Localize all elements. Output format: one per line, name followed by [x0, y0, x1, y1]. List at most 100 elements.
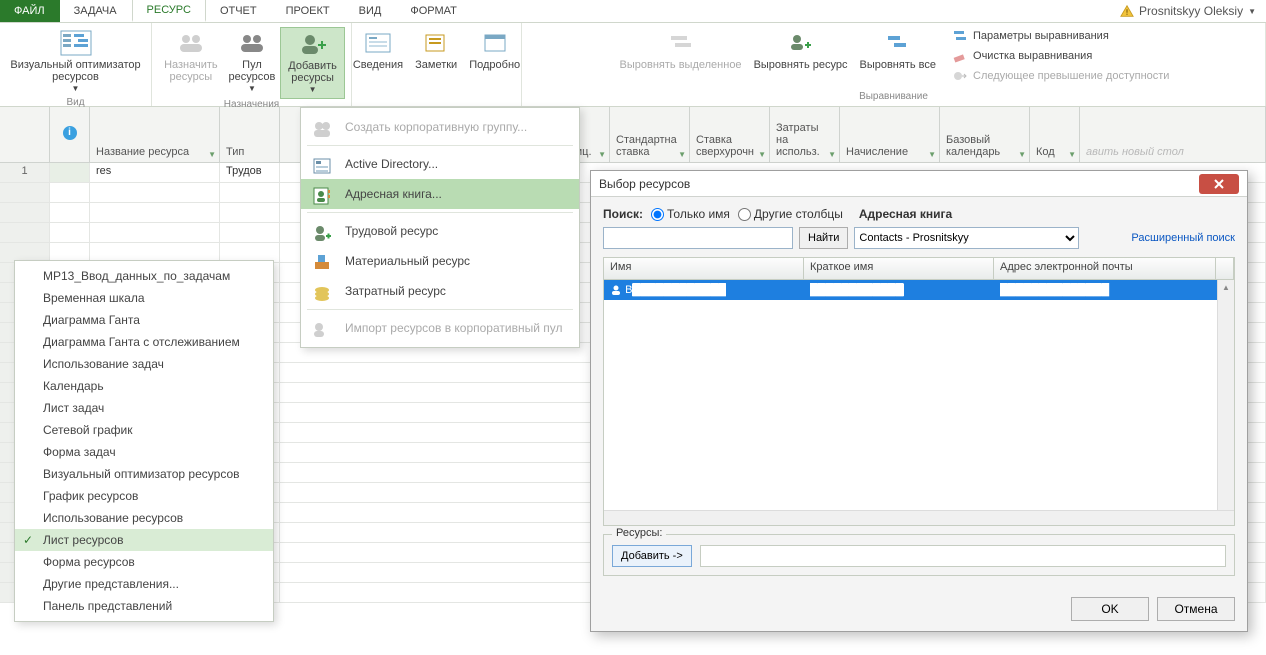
- col-code[interactable]: Код▼: [1030, 107, 1080, 162]
- col-short-name[interactable]: Краткое имя: [804, 258, 994, 279]
- search-label: Поиск:: [603, 207, 643, 221]
- view-item[interactable]: MP13_Ввод_данных_по_задачам: [15, 265, 273, 287]
- level-all-button[interactable]: Выровнять все: [855, 27, 940, 85]
- next-overallocation-icon: [952, 68, 968, 84]
- col-indicator[interactable]: i: [50, 107, 90, 162]
- col-rownum[interactable]: [0, 107, 50, 162]
- view-item[interactable]: Визуальный оптимизатор ресурсов: [15, 463, 273, 485]
- col-name[interactable]: Имя: [604, 258, 804, 279]
- dialog-titlebar[interactable]: Выбор ресурсов: [591, 171, 1247, 197]
- name-cell[interactable]: res: [90, 163, 220, 182]
- contact-row[interactable]: В████████████ ████████████ █████████████…: [604, 280, 1234, 300]
- view-item-active[interactable]: ✓Лист ресурсов: [15, 529, 273, 551]
- type-cell[interactable]: Трудов: [220, 163, 280, 182]
- dd-import-resources: Импорт ресурсов в корпоративный пул: [301, 313, 579, 343]
- details-button[interactable]: Подробно: [465, 27, 524, 73]
- information-button[interactable]: Сведения: [349, 27, 407, 73]
- clear-leveling-button[interactable]: Очистка выравнивания: [950, 47, 1171, 65]
- col-type[interactable]: Тип: [220, 107, 280, 162]
- select-resources-dialog: Выбор ресурсов Поиск: Только имя Другие …: [590, 170, 1248, 632]
- user-dropdown-caret[interactable]: ▼: [1248, 7, 1256, 16]
- menu-tab-report[interactable]: ОТЧЕТ: [206, 0, 272, 22]
- add-resources-dropdown: Создать корпоративную группу... Active D…: [300, 107, 580, 348]
- view-item[interactable]: Использование задач: [15, 353, 273, 375]
- info-icon: i: [63, 126, 77, 140]
- row-number[interactable]: 1: [0, 163, 50, 182]
- level-selection-button: Выровнять выделенное: [616, 27, 746, 85]
- ok-button[interactable]: OK: [1071, 597, 1149, 621]
- close-icon: [1213, 179, 1225, 189]
- warning-icon: [1120, 4, 1134, 18]
- ribbon: Визуальный оптимизатор ресурсов ▼ Вид На…: [0, 23, 1266, 107]
- view-item[interactable]: Сетевой график: [15, 419, 273, 441]
- view-item[interactable]: Форма задач: [15, 441, 273, 463]
- add-resources-button[interactable]: Добавить ресурсы▼: [280, 27, 345, 99]
- dd-work-resource[interactable]: Трудовой ресурс: [301, 216, 579, 246]
- dd-active-directory[interactable]: Active Directory...: [301, 149, 579, 179]
- view-item[interactable]: График ресурсов: [15, 485, 273, 507]
- view-item[interactable]: Другие представления...: [15, 573, 273, 595]
- advanced-search-link[interactable]: Расширенный поиск: [1131, 232, 1235, 244]
- menu-tab-resource[interactable]: РЕСУРС: [132, 0, 206, 22]
- table-scroll-head: [1216, 258, 1234, 279]
- view-item[interactable]: Форма ресурсов: [15, 551, 273, 573]
- vertical-scrollbar[interactable]: ▲: [1217, 280, 1234, 510]
- people-icon: [175, 29, 207, 57]
- add-button[interactable]: Добавить ->: [612, 545, 692, 567]
- level-all-icon: [882, 29, 914, 57]
- col-email[interactable]: Адрес электронной почты: [994, 258, 1216, 279]
- menu-tab-project[interactable]: ПРОЕКТ: [272, 0, 345, 22]
- view-item[interactable]: Календарь: [15, 375, 273, 397]
- cancel-button[interactable]: Отмена: [1157, 597, 1235, 621]
- resources-legend: Ресурсы:: [612, 527, 666, 539]
- view-item[interactable]: Лист задач: [15, 397, 273, 419]
- menu-tab-format[interactable]: ФОРМАТ: [396, 0, 472, 22]
- user-name: Prosnitskyy Oleksiy: [1139, 4, 1243, 18]
- radio-name-only[interactable]: Только имя: [651, 207, 730, 221]
- ribbon-group-leveling: Выровнять выделенное Выровнять ресурс Вы…: [522, 23, 1266, 106]
- view-item[interactable]: Диаграмма Ганта: [15, 309, 273, 331]
- address-book-select[interactable]: Contacts - Prosnitskyy: [854, 227, 1079, 249]
- ribbon-group-view: Визуальный оптимизатор ресурсов ▼ Вид: [0, 23, 152, 106]
- close-button[interactable]: [1199, 174, 1239, 194]
- view-item[interactable]: Использование ресурсов: [15, 507, 273, 529]
- dd-cost-resource[interactable]: Затратный ресурс: [301, 276, 579, 306]
- address-book-icon: [311, 185, 333, 207]
- view-item[interactable]: Диаграмма Ганта с отслеживанием: [15, 331, 273, 353]
- eraser-icon: [952, 48, 968, 64]
- leveling-options-button[interactable]: Параметры выравнивания: [950, 27, 1171, 45]
- menu-tab-view[interactable]: ВИД: [345, 0, 397, 22]
- col-resource-name[interactable]: Название ресурса▼: [90, 107, 220, 162]
- menu-tab-file[interactable]: ФАЙЛ: [0, 0, 60, 22]
- find-button[interactable]: Найти: [799, 227, 848, 249]
- contacts-table: Имя Краткое имя Адрес электронной почты …: [603, 257, 1235, 526]
- dd-material-resource[interactable]: Материальный ресурс: [301, 246, 579, 276]
- col-overtime-rate[interactable]: Ставка сверхурочн▼: [690, 107, 770, 162]
- visual-optimizer-button[interactable]: Визуальный оптимизатор ресурсов ▼: [6, 27, 145, 97]
- col-base-calendar[interactable]: Базовый календарь▼: [940, 107, 1030, 162]
- resource-pool-button[interactable]: Пул ресурсов▼: [228, 27, 276, 99]
- col-add-new[interactable]: авить новый стол: [1080, 107, 1266, 162]
- dd-address-book[interactable]: Адресная книга...: [301, 179, 579, 209]
- resources-input[interactable]: [700, 545, 1226, 567]
- dialog-title: Выбор ресурсов: [599, 177, 690, 191]
- horizontal-scrollbar[interactable]: [604, 510, 1234, 525]
- col-accrual[interactable]: Начисление▼: [840, 107, 940, 162]
- ribbon-group-properties: Сведения Заметки Подробно: [352, 23, 522, 106]
- indicator-cell[interactable]: [50, 163, 90, 182]
- details-icon: [479, 29, 511, 57]
- col-standard-rate[interactable]: Стандартна ставка▼: [610, 107, 690, 162]
- user-area[interactable]: Prosnitskyy Oleksiy ▼: [1120, 0, 1266, 22]
- radio-other-cols[interactable]: Другие столбцы: [738, 207, 843, 221]
- view-switcher-menu: MP13_Ввод_данных_по_задачам Временная шк…: [14, 260, 274, 622]
- view-item[interactable]: Временная шкала: [15, 287, 273, 309]
- view-item[interactable]: Панель представлений: [15, 595, 273, 617]
- level-resource-button[interactable]: Выровнять ресурс: [750, 27, 852, 85]
- search-input[interactable]: [603, 227, 793, 249]
- menu-tab-task[interactable]: ЗАДАЧА: [60, 0, 132, 22]
- notes-button[interactable]: Заметки: [411, 27, 461, 73]
- menu-tabs: ФАЙЛ ЗАДАЧА РЕСУРС ОТЧЕТ ПРОЕКТ ВИД ФОРМ…: [0, 0, 1266, 23]
- ribbon-group-assignments: Назначить ресурсы Пул ресурсов▼ Добавить…: [152, 23, 352, 106]
- col-cost-per-use[interactable]: Затраты на использ.▼: [770, 107, 840, 162]
- notes-icon: [420, 29, 452, 57]
